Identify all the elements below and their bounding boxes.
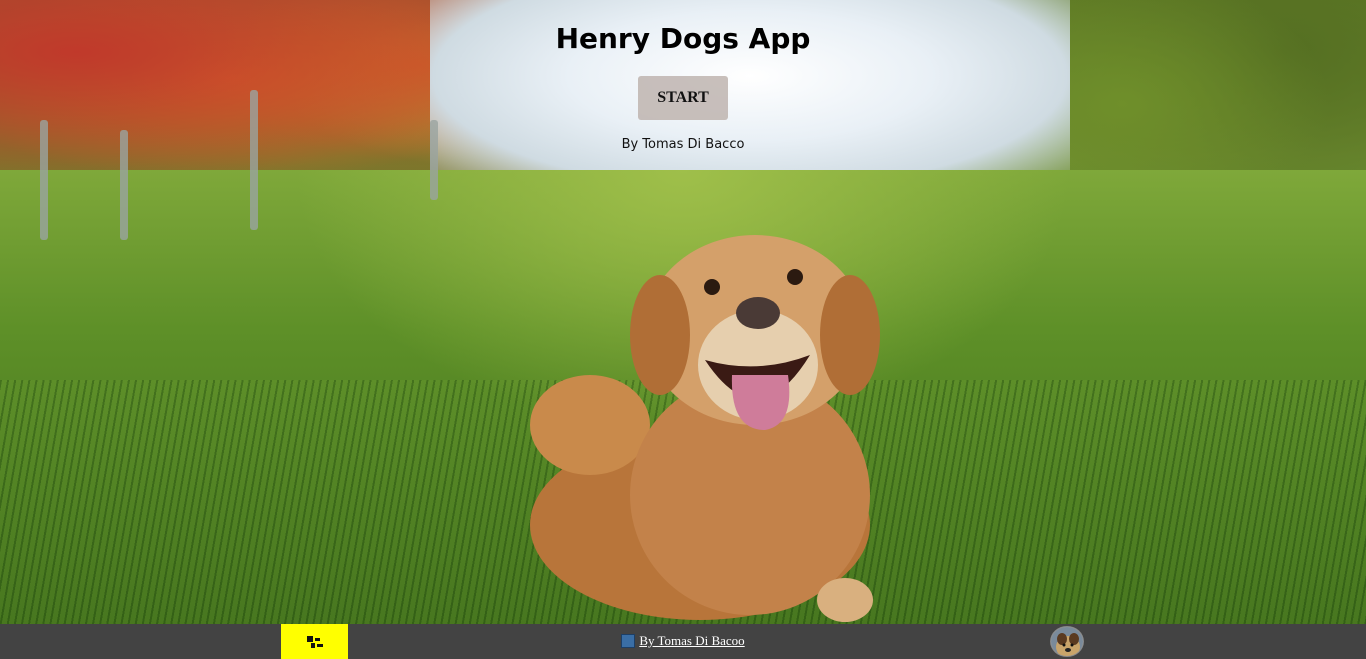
author-link-label: By Tomas Di Bacoo (639, 633, 745, 648)
author-link[interactable]: By Tomas Di Bacoo (621, 633, 745, 649)
author-byline: By Tomas Di Bacco (621, 137, 745, 152)
golden-retriever-image (530, 235, 880, 622)
start-button[interactable]: START (638, 76, 728, 120)
vine-post (250, 90, 258, 230)
footer-logo[interactable] (281, 624, 348, 659)
link-icon (621, 634, 636, 648)
avatar[interactable] (1050, 626, 1084, 657)
footer: By Tomas Di Bacoo (0, 624, 1366, 659)
footer-link-wrapper: By Tomas Di Bacoo (0, 633, 1366, 652)
logo-icon (306, 635, 323, 648)
vine-post (430, 120, 438, 200)
page-title: Henry Dogs App (555, 22, 811, 55)
